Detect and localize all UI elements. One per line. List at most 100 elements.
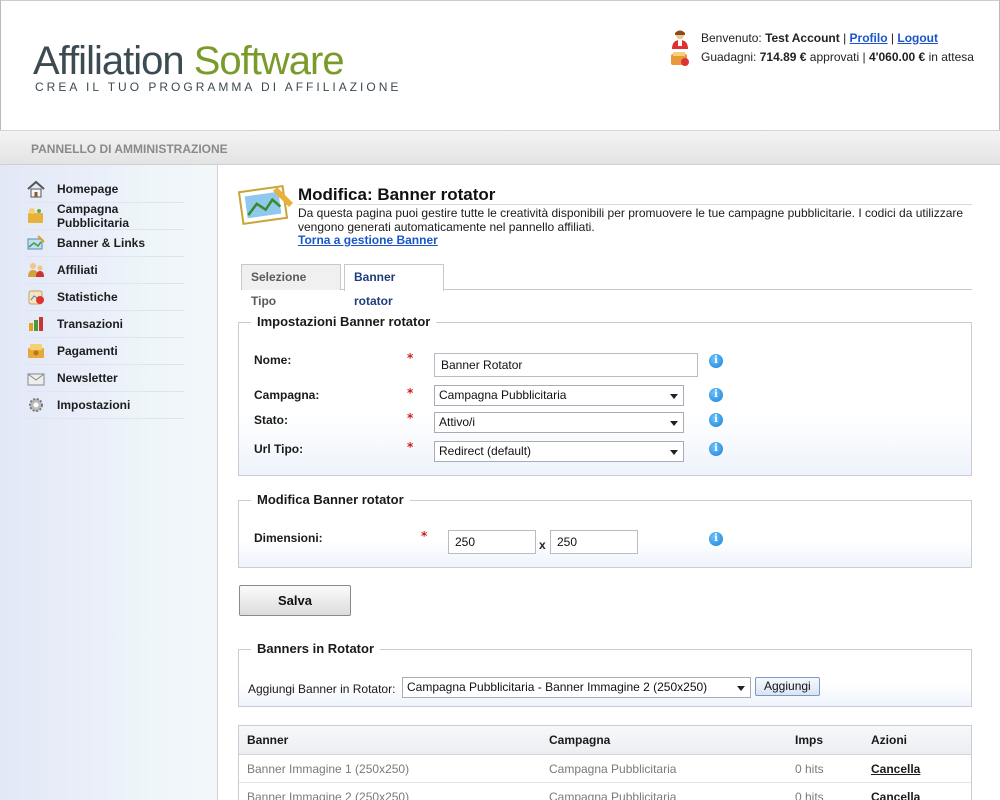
- logo-word-affiliation: Affiliation: [33, 39, 185, 83]
- chevron-down-icon: [670, 450, 678, 455]
- logo-text: Affiliation Software: [33, 39, 401, 83]
- column-header-actions: Azioni: [871, 733, 907, 747]
- url-type-label: Url Tipo:: [254, 442, 304, 456]
- sidebar-item-statistics[interactable]: Statistiche: [26, 284, 184, 311]
- height-field[interactable]: 250: [550, 530, 638, 554]
- rotator-box-legend: Banners in Rotator: [251, 641, 381, 656]
- name-label: Nome:: [254, 353, 292, 367]
- approved-label: approvati |: [809, 50, 866, 64]
- cell-campaign: Campagna Pubblicitaria: [549, 790, 677, 800]
- admin-bar: PANNELLO DI AMMINISTRAZIONE: [0, 130, 1000, 165]
- tab-banner-rotator[interactable]: Banner rotator: [344, 264, 444, 308]
- save-button[interactable]: Salva: [239, 585, 351, 616]
- sidebar-item-label: Affiliati: [57, 263, 98, 277]
- cell-imps: 0 hits: [795, 790, 824, 800]
- table-row: Banner Immagine 1 (250x250) Campagna Pub…: [239, 755, 971, 783]
- cell-campaign: Campagna Pubblicitaria: [549, 762, 677, 776]
- tab-select-type[interactable]: Selezione Tipo: [241, 264, 341, 308]
- sidebar-item-label: Impostazioni: [57, 398, 131, 412]
- affiliates-icon: [26, 261, 46, 279]
- title-divider: [298, 204, 972, 205]
- campaign-select-value: Campagna Pubblicitaria: [439, 388, 567, 402]
- welcome-label: Benvenuto:: [701, 31, 762, 45]
- home-icon: [26, 180, 46, 198]
- sidebar-item-settings[interactable]: Impostazioni: [26, 392, 184, 419]
- info-icon[interactable]: i: [709, 413, 723, 427]
- status-select[interactable]: Attivo/i: [434, 412, 684, 433]
- add-banner-select[interactable]: Campagna Pubblicitaria - Banner Immagine…: [402, 677, 751, 698]
- delete-link[interactable]: Cancella: [871, 783, 920, 800]
- earnings-row: Guadagni: 714.89 € approvati | 4'060.00 …: [669, 48, 974, 67]
- required-mark: *: [407, 351, 414, 365]
- account-name: Test Account: [765, 31, 840, 45]
- settings-box-legend: Impostazioni Banner rotator: [251, 314, 437, 329]
- separator: |: [890, 31, 895, 45]
- welcome-row: Benvenuto: Test Account | Profilo | Logo…: [669, 29, 974, 49]
- width-field[interactable]: 250: [448, 530, 536, 554]
- pending-amount: 4'060.00 €: [868, 50, 926, 64]
- info-icon[interactable]: i: [709, 532, 723, 546]
- chevron-down-icon: [670, 394, 678, 399]
- url-type-select-value: Redirect (default): [439, 444, 532, 458]
- sidebar-item-label: Transazioni: [57, 317, 124, 331]
- sidebar-item-label: Statistiche: [57, 290, 118, 304]
- sidebar-item-homepage[interactable]: Homepage: [26, 176, 184, 203]
- add-banner-select-value: Campagna Pubblicitaria - Banner Immagine…: [407, 680, 708, 694]
- info-icon[interactable]: i: [709, 442, 723, 456]
- user-box: Benvenuto: Test Account | Profilo | Logo…: [669, 29, 974, 67]
- earnings-label: Guadagni:: [701, 50, 757, 64]
- settings-box: Impostazioni Banner rotator Nome: * Bann…: [238, 314, 972, 476]
- banner-table: Banner Campagna Imps Azioni Banner Immag…: [238, 725, 972, 800]
- table-header: Banner Campagna Imps Azioni: [239, 726, 971, 755]
- required-mark: *: [407, 386, 414, 400]
- edit-box: Modifica Banner rotator Dimensioni: * 25…: [238, 492, 972, 568]
- admin-bar-title: PANNELLO DI AMMINISTRAZIONE: [31, 142, 228, 156]
- required-mark: *: [407, 440, 414, 454]
- add-banner-label: Aggiungi Banner in Rotator:: [248, 682, 396, 696]
- settings-icon: [26, 396, 46, 414]
- banner-page-icon: [237, 183, 295, 229]
- logout-link[interactable]: Logout: [897, 29, 938, 48]
- campaign-label: Campagna:: [254, 388, 320, 402]
- logo[interactable]: Affiliation Software CREA IL TUO PROGRAM…: [33, 39, 401, 94]
- page-description: Da questa pagina puoi gestire tutte le c…: [298, 206, 964, 234]
- profile-link[interactable]: Profilo: [850, 29, 888, 48]
- delete-link[interactable]: Cancella: [871, 755, 920, 783]
- add-banner-button[interactable]: Aggiungi: [755, 677, 820, 696]
- chevron-down-icon: [737, 686, 745, 691]
- info-icon[interactable]: i: [709, 354, 723, 368]
- logo-tagline: CREA IL TUO PROGRAMMA DI AFFILIAZIONE: [35, 80, 402, 94]
- sidebar-item-transactions[interactable]: Transazioni: [26, 311, 184, 338]
- sidebar-item-banner-links[interactable]: Banner & Links: [26, 230, 184, 257]
- sidebar-item-payments[interactable]: Pagamenti: [26, 338, 184, 365]
- main-content: Modifica: Banner rotator Da questa pagin…: [219, 165, 1000, 800]
- required-mark: *: [421, 529, 428, 543]
- chevron-down-icon: [670, 421, 678, 426]
- campaign-select[interactable]: Campagna Pubblicitaria: [434, 385, 684, 406]
- sidebar-item-affiliates[interactable]: Affiliati: [26, 257, 184, 284]
- statistics-icon: [26, 288, 46, 306]
- sidebar: Homepage Campagna Pubblicitaria Banner &…: [0, 165, 218, 800]
- column-header-imps[interactable]: Imps: [795, 726, 823, 755]
- payments-icon: [26, 342, 46, 360]
- dimensions-separator: x: [539, 538, 546, 552]
- campaign-icon: [26, 207, 46, 225]
- sidebar-item-campaign[interactable]: Campagna Pubblicitaria: [26, 202, 184, 230]
- rotator-box: Banners in Rotator Aggiungi Banner in Ro…: [238, 641, 972, 707]
- dimensions-label: Dimensioni:: [254, 531, 323, 545]
- cell-banner: Banner Immagine 1 (250x250): [247, 762, 410, 776]
- sidebar-item-label: Campagna Pubblicitaria: [57, 202, 130, 230]
- info-icon[interactable]: i: [709, 388, 723, 402]
- url-type-select[interactable]: Redirect (default): [434, 441, 684, 462]
- user-icon: [669, 30, 691, 49]
- newsletter-icon: [26, 369, 46, 387]
- earnings-icon: [669, 49, 691, 67]
- sidebar-item-newsletter[interactable]: Newsletter: [26, 365, 184, 392]
- column-header-campaign[interactable]: Campagna: [549, 726, 610, 755]
- back-to-banners-link[interactable]: Torna a gestione Banner: [298, 233, 438, 247]
- column-header-banner[interactable]: Banner: [247, 726, 288, 755]
- separator: |: [843, 31, 847, 45]
- name-field[interactable]: Banner Rotator: [434, 353, 698, 377]
- cell-banner: Banner Immagine 2 (250x250): [247, 790, 410, 800]
- page-title: Modifica: Banner rotator: [298, 185, 496, 204]
